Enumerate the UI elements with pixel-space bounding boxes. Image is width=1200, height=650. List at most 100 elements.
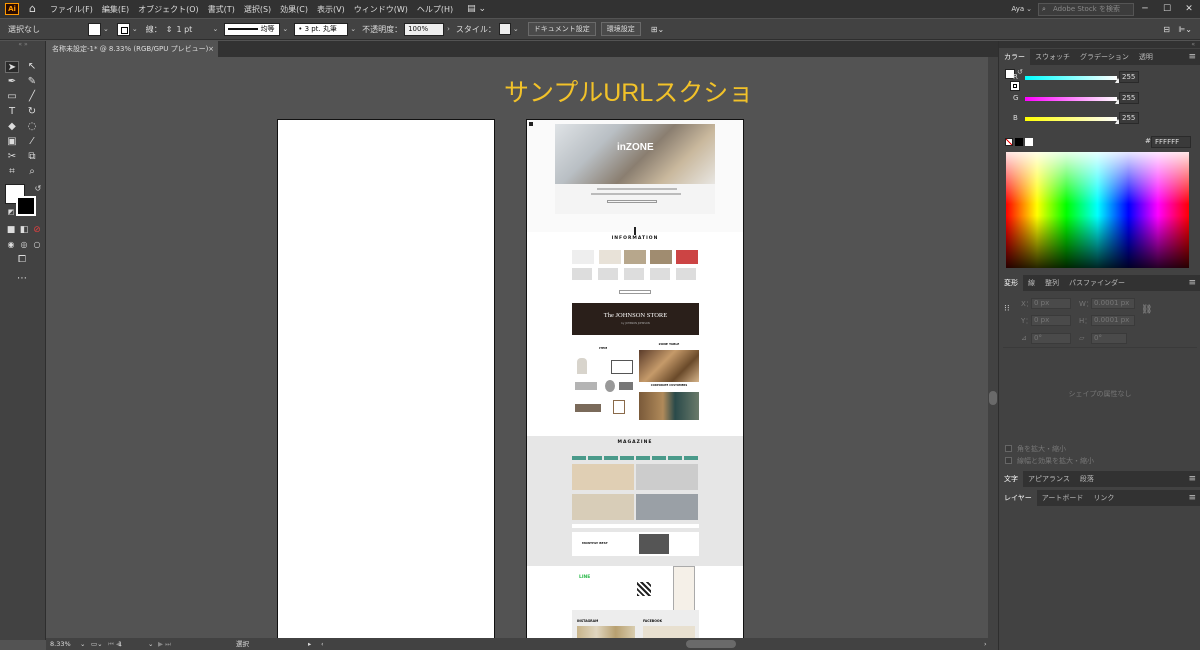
menu-select[interactable]: 選択(S) [244,4,271,15]
rotate-angle-field[interactable]: 0° [1031,333,1071,344]
tab-swatches[interactable]: スウォッチ [1030,49,1075,65]
eyedropper-tool-icon[interactable]: ⁄ [25,136,39,148]
stroke-weight-field[interactable]: 1 pt [176,25,210,34]
tab-links[interactable]: リンク [1088,490,1119,506]
lasso-tool-icon[interactable]: ◌ [25,121,39,133]
tab-gradient[interactable]: グラデーション [1075,49,1134,65]
graphic-style-swatch[interactable] [498,23,511,35]
stroke-swatch[interactable] [116,22,130,36]
draw-inside-icon[interactable]: ○ [30,239,44,251]
menu-object[interactable]: オブジェクト(O) [138,4,199,15]
panel-toggle-icon[interactable]: ⊟ [1163,25,1170,34]
slider-blue-track[interactable] [1025,117,1117,121]
chevron-down-icon[interactable]: ⌄ [103,25,109,33]
white-color-icon[interactable] [1025,138,1033,146]
rectangle-tool-icon[interactable]: ▭ [5,91,19,103]
maximize-icon[interactable]: ☐ [1156,4,1178,14]
tab-artboards[interactable]: アートボード [1037,490,1089,506]
scroll-left-icon[interactable]: ‹ [321,638,324,650]
black-color-icon[interactable] [1015,138,1023,146]
zoom-level[interactable]: 8.33% [50,638,71,650]
w-field[interactable]: 0.0001 px [1091,298,1135,309]
chevron-down-icon[interactable]: ⌄ [282,25,288,33]
arrange-documents-icon[interactable]: ⊞⌄ [651,25,664,34]
artboard-tool-icon[interactable]: ⧉ [25,151,39,163]
vertical-scrollbar[interactable] [988,57,998,638]
x-field[interactable]: 0 px [1031,298,1071,309]
crop-tool-icon[interactable]: ⌗ [5,166,19,178]
type-tool-icon[interactable]: T [5,106,19,118]
draw-behind-icon[interactable]: ◎ [17,239,31,251]
horizontal-scroll-thumb[interactable] [686,640,736,648]
fill-swatch[interactable] [88,22,101,36]
menu-edit[interactable]: 編集(E) [102,4,129,15]
chevron-down-icon[interactable]: ⌄ [132,25,138,33]
user-name[interactable]: Aya [1011,5,1024,13]
edit-toolbar-icon[interactable]: ⋯ [15,273,29,285]
chevron-down-icon[interactable]: ⌄ [148,638,153,650]
slider-red-value[interactable]: 255 [1119,71,1139,83]
slider-red-track[interactable] [1025,76,1117,80]
stroke-color-swatch[interactable] [16,196,36,216]
selection-tool-icon[interactable]: ➤ [5,61,19,73]
workspace-layout-icon[interactable]: ▤ ⌄ [467,4,486,14]
chevron-right-icon[interactable]: › [447,25,450,33]
chevron-down-icon[interactable]: ⌄ [1026,5,1032,13]
close-tab-icon[interactable]: × [208,41,214,57]
tab-paragraph[interactable]: 段落 [1075,471,1099,487]
next-artboard-icon[interactable]: ▶ ⏭ [158,638,171,650]
align-icon[interactable]: ⊫⌄ [1178,25,1192,34]
slider-green[interactable]: G 255 [1007,92,1197,104]
status-menu-icon[interactable]: ▸ [308,638,311,650]
document-setup-button[interactable]: ドキュメント設定 [527,22,596,36]
gradient-mode-icon[interactable]: ◧ [17,224,31,236]
shape-builder-tool-icon[interactable]: ✂ [5,151,19,163]
scroll-right-icon[interactable]: › [984,638,987,650]
constrain-proportions-icon[interactable]: ⛓ [1141,305,1152,315]
vertical-scroll-thumb[interactable] [989,391,997,405]
y-field[interactable]: 0 px [1031,315,1071,326]
scale-corners-checkbox[interactable] [1005,445,1012,452]
tab-character[interactable]: 文字 [999,471,1023,487]
panel-menu-icon[interactable]: ≡ [1188,471,1196,487]
chevron-down-icon[interactable]: ⌄ [80,638,85,650]
fill-color-mode-icon[interactable]: ■ [4,224,18,236]
stroke-weight-stepper-icon[interactable]: ⇕ [166,25,173,34]
default-colors-icon[interactable]: ◩ [4,206,18,218]
artboard-blank[interactable] [277,119,495,638]
tab-layers[interactable]: レイヤー [999,490,1037,506]
artboard-screenshot[interactable]: inZONE INFORMATION The JOHNSON STORE by … [526,119,744,638]
menu-view[interactable]: 表示(V) [317,4,345,15]
h-field[interactable]: 0.0001 px [1091,315,1135,326]
home-icon[interactable]: ⌂ [29,3,41,15]
gradient-tool-icon[interactable]: ▣ [5,136,19,148]
screen-mode-icon[interactable]: ⧠ [15,254,29,266]
artboard-number[interactable]: 1 [118,638,122,650]
opacity-field[interactable]: 100% [404,22,445,36]
stock-search-input[interactable]: ⌕ Adobe Stock を検索 [1038,2,1134,16]
paintbrush-tool-icon[interactable]: ╱ [25,91,39,103]
toolbar-grip-icon[interactable]: « » [3,42,43,48]
scale-strokes-checkbox[interactable] [1005,457,1012,464]
stroke-profile-select[interactable]: 均等 [224,22,281,36]
curvature-tool-icon[interactable]: ✎ [25,76,39,88]
rotate-view-field[interactable]: ▭⌄ [91,638,103,650]
menu-window[interactable]: ウィンドウ(W) [354,4,408,15]
dock-collapse-icon[interactable]: « [999,41,1200,48]
slider-blue-value[interactable]: 255 [1119,112,1139,124]
zoom-tool-icon[interactable]: ⌕ [25,166,39,178]
panel-menu-icon[interactable]: ≡ [1188,49,1196,65]
tab-stroke[interactable]: 線 [1023,275,1040,291]
menu-file[interactable]: ファイル(F) [50,4,93,15]
draw-normal-icon[interactable]: ◉ [4,239,18,251]
canvas[interactable]: サンプルURLスクショ inZONE INFORMATION The JOHNS… [46,57,988,638]
rotate-tool-icon[interactable]: ↻ [25,106,39,118]
slider-red[interactable]: R 255 [1007,71,1197,83]
direct-selection-tool-icon[interactable]: ↖ [25,61,39,73]
panel-menu-icon[interactable]: ≡ [1188,275,1196,291]
menu-effect[interactable]: 効果(C) [280,4,308,15]
tab-appearance[interactable]: アピアランス [1023,471,1075,487]
close-icon[interactable]: ✕ [1178,4,1200,14]
slider-green-track[interactable] [1025,97,1117,101]
tab-align[interactable]: 整列 [1040,275,1064,291]
